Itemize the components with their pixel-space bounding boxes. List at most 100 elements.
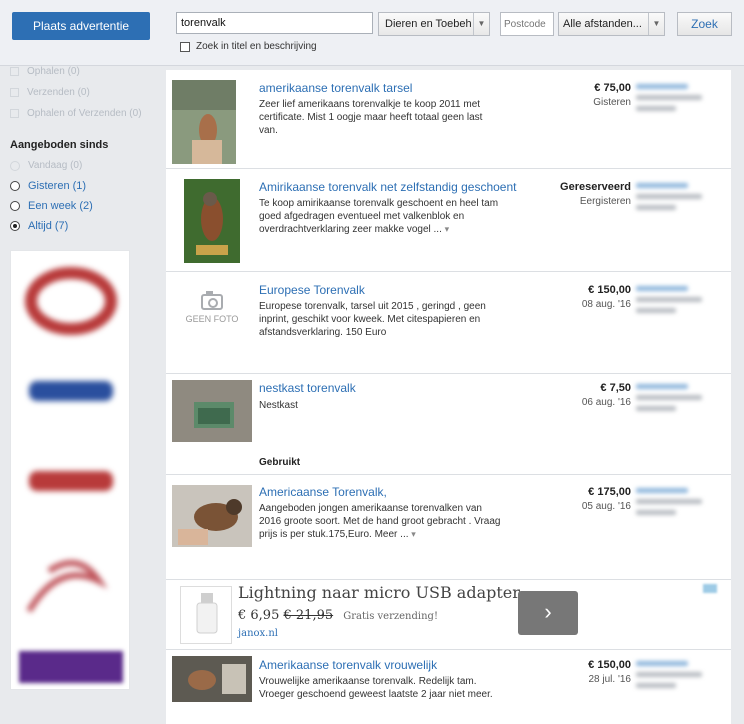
description-text: Aangeboden jongen amerikaanse torenvalke… (259, 503, 501, 540)
chevron-down-icon: ▼ (648, 13, 664, 35)
since-label[interactable]: Gisteren (1) (28, 180, 86, 192)
listing-price: € 150,00 (588, 284, 631, 296)
listing-photo[interactable] (172, 485, 252, 547)
filter-label: Ophalen of Verzenden (0) (27, 108, 142, 119)
listing-title[interactable]: Americaanse Torenvalk, (259, 485, 387, 499)
listing-date: Gisteren (593, 97, 631, 108)
listing-price: € 150,00 (588, 659, 631, 671)
seller-info[interactable] (636, 183, 716, 216)
condition-label: Gebruikt (259, 457, 301, 468)
listing-description: Te koop amirikaanse torenvalk geschoent … (259, 197, 504, 236)
listing-photo[interactable] (172, 380, 252, 442)
radio-button[interactable] (10, 221, 20, 231)
listing-date: 28 jul. '16 (588, 674, 632, 685)
place-ad-button[interactable]: Plaats advertentie (12, 12, 150, 40)
expand-chevron-icon[interactable]: ▾ (411, 529, 416, 539)
no-photo-label: GEEN FOTO (185, 314, 239, 324)
ad-price-old: € 21,95 (283, 608, 334, 623)
listing-date: 06 aug. '16 (581, 397, 631, 408)
list-item[interactable]: Americaanse Torenvalk, Aangeboden jongen… (166, 475, 731, 580)
listing-description: Nestkast (259, 400, 298, 411)
search-button[interactable]: Zoek (677, 12, 732, 36)
chevron-down-icon: ▼ (473, 13, 489, 35)
listing-photo[interactable] (172, 656, 252, 702)
checkbox-box[interactable] (180, 41, 190, 52)
camera-icon (201, 291, 223, 310)
seller-info[interactable] (636, 488, 716, 521)
collar-product-image (29, 471, 113, 491)
list-item[interactable]: nestkast torenvalk Nestkast Gebruikt € 7… (166, 374, 731, 475)
filter-sidebar: Ophalen (0) Verzenden (0) Ophalen of Ver… (0, 66, 160, 724)
category-select-value: Dieren en Toebeh (385, 18, 472, 30)
radio-button[interactable] (10, 181, 20, 191)
seller-info[interactable] (636, 661, 716, 694)
search-input[interactable] (176, 12, 373, 34)
ad-price: € 6,95 € 21,95 Gratis verzending! (238, 608, 438, 623)
ad-price-new: € 6,95 (238, 608, 280, 623)
seller-info[interactable] (636, 384, 716, 417)
collar-product-image (25, 267, 117, 335)
list-item[interactable]: amerikaanse torenvalk tarsel Zeer lief a… (166, 70, 731, 169)
listing-title[interactable]: Amirikaanse torenvalk net zelfstandig ge… (259, 180, 516, 194)
listing-description: Europese torenvalk, tarsel uit 2015 , ge… (259, 301, 486, 338)
seller-info[interactable] (636, 84, 716, 117)
listing-price: € 7,50 (600, 382, 631, 394)
expand-chevron-icon[interactable]: ▾ (445, 224, 450, 234)
listing-title[interactable]: Europese Torenvalk (259, 283, 365, 297)
collar-product-image (29, 381, 113, 401)
ad-link[interactable]: janox.nl (238, 628, 278, 639)
since-label: Vandaag (0) (28, 160, 83, 171)
listing-date: 05 aug. '16 (581, 501, 631, 512)
since-option-vandaag: Vandaag (0) (10, 160, 82, 171)
leash-product-image (26, 560, 108, 613)
ad-choices-icon[interactable] (703, 584, 717, 593)
postcode-input[interactable] (500, 12, 554, 36)
since-option-gisteren[interactable]: Gisteren (1) (10, 180, 86, 192)
since-heading: Aangeboden sinds (10, 139, 109, 151)
no-photo-placeholder: GEEN FOTO (172, 286, 252, 352)
search-title-checkbox[interactable]: Zoek in titel en beschrijving (180, 41, 317, 52)
category-select[interactable]: Dieren en Toebeh ▼ (378, 12, 490, 36)
listing-description: Aangeboden jongen amerikaanse torenvalke… (259, 502, 504, 541)
list-item[interactable]: Amerikaanse torenvalk vrouwelijk Vrouwel… (166, 650, 731, 724)
listing-title[interactable]: nestkast torenvalk (259, 381, 356, 395)
list-item[interactable]: GEEN FOTO Europese Torenvalk Europese to… (166, 272, 731, 374)
radio-button (10, 160, 20, 171)
top-bar: Plaats advertentie Dieren en Toebeh ▼ Al… (0, 0, 744, 66)
distance-select[interactable]: Alle afstanden... ▼ (558, 12, 665, 36)
since-option-een-week[interactable]: Een week (2) (10, 200, 93, 212)
filter-verzenden: Verzenden (0) (10, 87, 90, 98)
advertisement-banner[interactable]: Lightning naar micro USB adapter € 6,95 … (166, 580, 731, 650)
radio-button[interactable] (10, 201, 20, 211)
sidebar-advertisement[interactable] (10, 250, 130, 690)
listing-price: Gereserveerd (560, 181, 631, 193)
checkbox-box (10, 88, 19, 97)
listing-title[interactable]: Amerikaanse torenvalk vrouwelijk (259, 658, 437, 672)
checkbox-label: Zoek in titel en beschrijving (196, 41, 317, 52)
listing-photo[interactable] (172, 80, 236, 164)
description-text: Te koop amirikaanse torenvalk geschoent … (259, 198, 499, 235)
seller-info[interactable] (636, 286, 716, 319)
list-item[interactable]: Amirikaanse torenvalk net zelfstandig ge… (166, 169, 731, 272)
checkbox-box (10, 67, 19, 76)
listing-description: Vrouwelijke amerikaanse torenvalk. Redel… (259, 676, 493, 700)
filter-ophalen-of-verzenden: Ophalen of Verzenden (0) (10, 108, 142, 119)
filter-ophalen: Ophalen (0) (10, 66, 80, 77)
listing-price: € 75,00 (594, 82, 631, 94)
since-option-altijd[interactable]: Altijd (7) (10, 220, 68, 232)
chevron-right-icon[interactable]: › (518, 591, 578, 635)
filter-label: Ophalen (0) (27, 66, 80, 77)
listing-photo[interactable] (184, 179, 240, 263)
listing-title[interactable]: amerikaanse torenvalk tarsel (259, 81, 412, 95)
ad-title[interactable]: Lightning naar micro USB adapter (238, 583, 520, 602)
distance-select-value: Alle afstanden... (563, 18, 642, 30)
listing-date: 08 aug. '16 (581, 299, 631, 310)
since-label[interactable]: Een week (2) (28, 200, 93, 212)
listing-description: Zeer lief amerikaans torenvalkje te koop… (259, 99, 483, 136)
listing-price: € 175,00 (588, 486, 631, 498)
since-label[interactable]: Altijd (7) (28, 220, 68, 232)
adapter-product-image (180, 586, 232, 644)
banner-product-image (19, 651, 123, 683)
search-results: amerikaanse torenvalk tarsel Zeer lief a… (166, 70, 731, 724)
checkbox-box (10, 109, 19, 118)
